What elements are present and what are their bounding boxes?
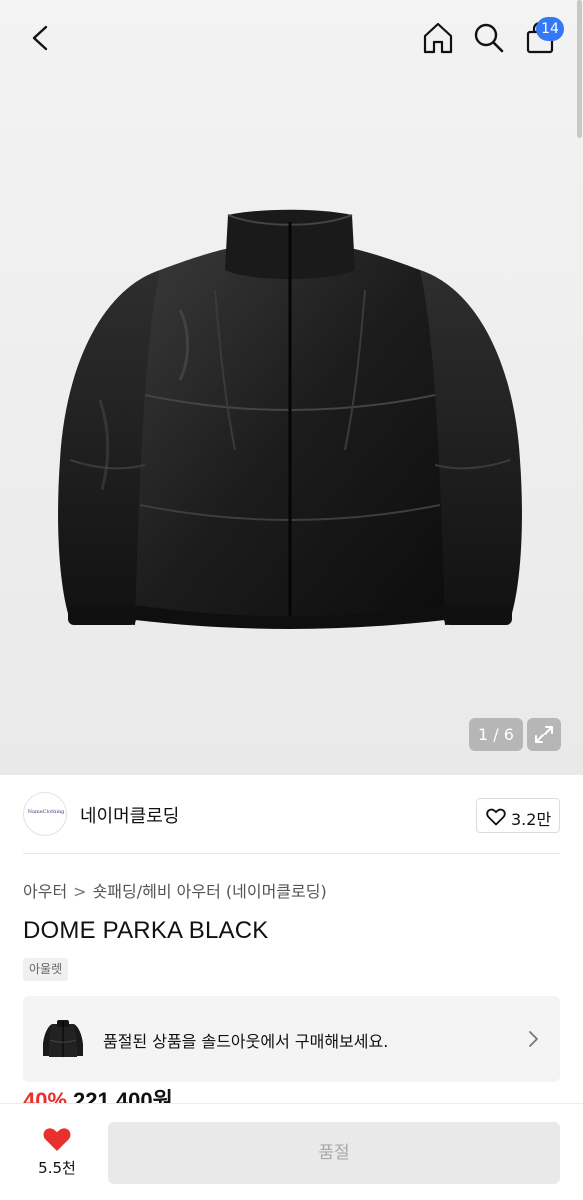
breadcrumb: 아우터 > 숏패딩/헤비 아우터 (네이머클로딩) [23,878,327,902]
breadcrumb-subcategory[interactable]: 숏패딩/헤비 아우터 (네이머클로딩) [93,882,327,901]
outlet-tag: 아울렛 [23,958,69,981]
home-button[interactable] [420,18,456,58]
expand-image-button[interactable] [527,718,561,751]
divider [23,853,560,854]
breadcrumb-category[interactable]: 아우터 [23,882,67,901]
search-button[interactable] [471,18,507,58]
search-icon [474,23,504,53]
banner-product-thumbnail [43,1020,83,1057]
brand-logo-text: NameClothing [27,809,65,815]
heart-outline-icon [486,808,506,826]
soldout-banner-text: 품절된 상품을 솔드아웃에서 구매해보세요. [103,1032,389,1051]
brand-like-button[interactable]: 3.2만 [476,798,560,833]
product-photo-black-puffer-jacket [58,209,522,629]
back-button[interactable] [22,18,58,58]
wishlist-count: 5.5천 [38,1159,76,1177]
bottom-action-bar: 5.5천 품절 [0,1103,583,1200]
soldout-banner[interactable]: 품절된 상품을 솔드아웃에서 구매해보세요. [23,996,560,1082]
brand-name[interactable]: 네이머클로딩 [80,802,179,828]
wishlist-button[interactable]: 5.5천 [18,1122,96,1182]
brand-row[interactable]: NameClothing 네이머클로딩 3.2만 [0,775,583,855]
brand-like-count: 3.2만 [511,810,552,829]
back-icon [32,25,48,51]
image-counter: 1 / 6 [469,718,523,751]
heart-filled-icon [43,1128,71,1151]
product-title: DOME PARKA BLACK [23,917,269,944]
cart-count-badge: 14 [536,17,564,41]
home-icon [423,22,453,54]
soldout-purchase-button[interactable]: 품절 [108,1122,560,1184]
product-image-gallery[interactable]: 1 / 6 [0,0,583,775]
chevron-right-icon [529,1031,538,1047]
brand-logo[interactable]: NameClothing [23,792,67,836]
top-navigation: 14 [0,0,583,78]
chevron-right-icon: > [73,882,87,901]
expand-icon [535,726,553,743]
